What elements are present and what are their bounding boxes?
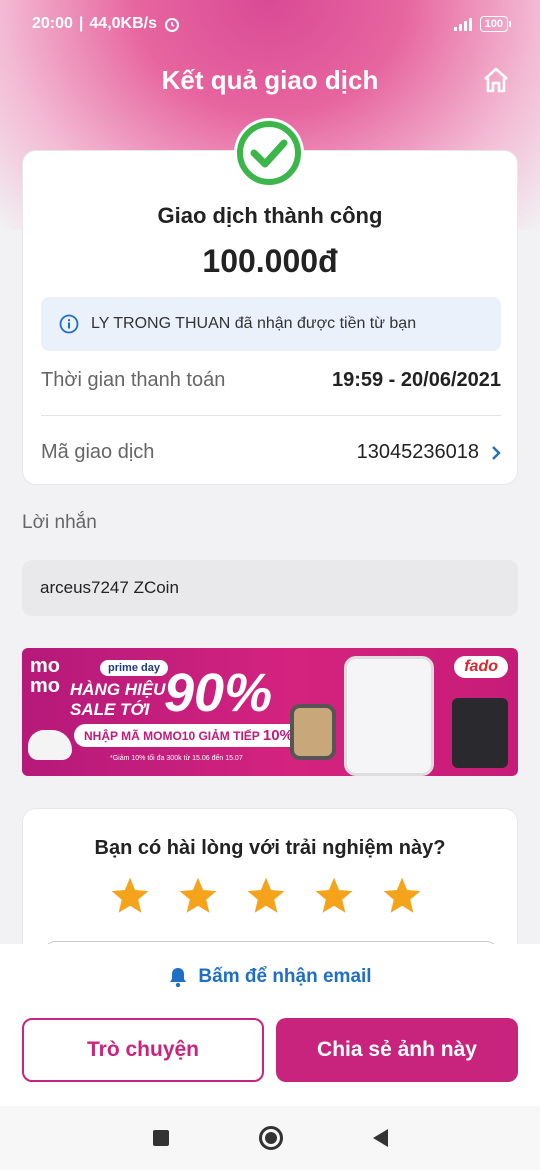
star-rating[interactable] [109, 875, 423, 917]
txn-id-link[interactable]: 13045236018 [357, 441, 501, 464]
txn-row[interactable]: Mã giao dịch 13045236018 [41, 441, 501, 464]
transaction-card: Giao dịch thành công 100.000đ LY TRONG T… [22, 150, 518, 485]
message-box: arceus7247 ZCoin [22, 560, 518, 616]
system-nav-bar [0, 1106, 540, 1170]
momo-logo: mo mo [30, 655, 60, 697]
message-text: arceus7247 ZCoin [40, 578, 179, 597]
phone-image [344, 656, 434, 776]
star-icon[interactable] [313, 875, 355, 917]
bell-icon [170, 968, 187, 988]
time-label: Thời gian thanh toán [41, 369, 226, 391]
signal-icon [453, 17, 472, 31]
share-button[interactable]: Chia sẻ ảnh này [276, 1018, 518, 1082]
sale-line2: SALE TỚI [70, 700, 150, 719]
time-value: 19:59 - 20/06/2021 [331, 369, 501, 391]
txn-value: 13045236018 [356, 441, 479, 463]
success-check-icon [234, 118, 304, 188]
fado-logo: fado [454, 656, 508, 678]
status-speed: 44,0KB/s [89, 15, 157, 32]
promo-code: NHẬP MÃ MOMO10 GIẢM TIẾP 10% [74, 724, 303, 747]
appliance-image [452, 698, 508, 768]
promo-code-percent: 10% [262, 727, 293, 744]
txn-label: Mã giao dịch [41, 441, 155, 463]
message-label: Lời nhắn [22, 512, 97, 533]
amount: 100.000đ [202, 243, 338, 279]
time-row: Thời gian thanh toán 19:59 - 20/06/2021 [41, 369, 501, 392]
shoe-image [28, 730, 72, 760]
title-bar: Kết quả giao dịch [0, 56, 540, 104]
home-nav-icon[interactable] [258, 1126, 283, 1150]
info-text: LY TRONG THUAN đã nhận được tiền từ bạn [91, 315, 417, 332]
page-title: Kết quả giao dịch [161, 64, 379, 95]
status-time: 20:00 [32, 15, 73, 32]
sale-line1: HÀNG HIỆU [70, 680, 166, 699]
promo-note: *Giảm 10% tối đa 300k từ 15.06 đến 15.07 [110, 755, 243, 762]
watch-image [290, 704, 336, 760]
home-icon[interactable] [482, 66, 510, 94]
star-icon[interactable] [381, 875, 423, 917]
status-bar: 20:00 | 44,0KB/s 100 [0, 0, 540, 48]
star-icon[interactable] [245, 875, 287, 917]
status-title: Giao dịch thành công [157, 203, 383, 228]
sale-percent: 90% [164, 663, 273, 723]
rating-question: Bạn có hài lòng với trải nghiệm này? [94, 837, 446, 859]
divider [41, 415, 501, 416]
info-icon [59, 314, 79, 334]
email-link[interactable]: Bấm để nhận email [0, 966, 540, 988]
alarm-icon [165, 18, 179, 32]
promo-banner[interactable]: mo mo prime day HÀNG HIỆU SALE TỚI 90% N… [22, 648, 518, 776]
star-icon[interactable] [109, 875, 151, 917]
chat-button[interactable]: Trò chuyện [22, 1018, 264, 1082]
sale-text: HÀNG HIỆU SALE TỚI [70, 680, 165, 720]
prime-day-badge: prime day [100, 660, 168, 676]
battery-icon: 100 [479, 16, 512, 32]
promo-code-text: NHẬP MÃ MOMO10 GIẢM TIẾP [84, 729, 260, 743]
star-icon[interactable] [177, 875, 219, 917]
email-link-text: Bấm để nhận email [198, 966, 372, 987]
info-banner: LY TRONG THUAN đã nhận được tiền từ bạn [41, 297, 501, 351]
recents-icon[interactable] [152, 1130, 169, 1146]
back-icon[interactable] [372, 1129, 388, 1147]
chevron-right-icon [492, 445, 501, 460]
bottom-actions: Bấm để nhận email Trò chuyện Chia sẻ ảnh… [0, 944, 540, 1106]
